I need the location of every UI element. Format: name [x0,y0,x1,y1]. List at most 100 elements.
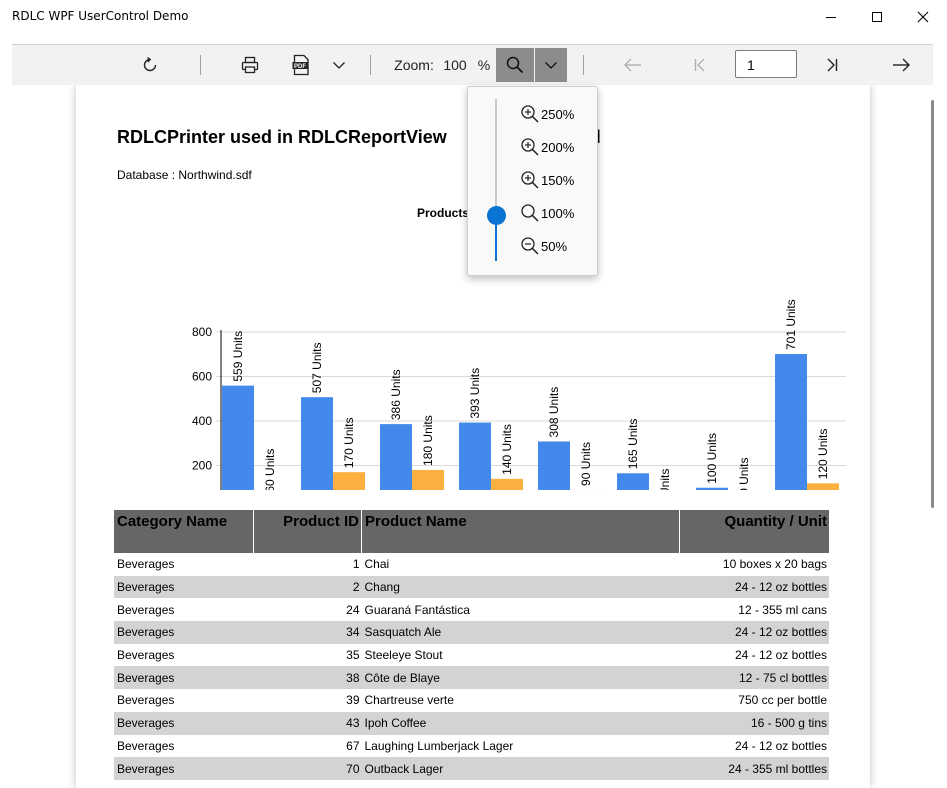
zoom-option-50[interactable]: 50% [520,234,567,258]
chevron-down-icon [545,62,557,69]
cell-category: Beverages [114,711,254,735]
zoom-in-icon [521,138,539,156]
table-row: Beverages 39 Chartreuse verte 750 cc per bo… [114,689,829,712]
magnifier-icon [521,204,539,222]
zoom-option-label: 100% [541,205,575,221]
data-label: 507 Units [310,342,324,393]
print-button[interactable] [236,45,264,85]
data-label: 308 Units [547,387,561,438]
cell-category: Beverages [117,738,175,753]
export-pdf-button[interactable]: PDF [288,45,314,85]
data-label: 393 Units [468,368,482,419]
data-label: 701 Units [784,299,798,350]
toolbar-separator [583,55,584,75]
report-subtitle: Database : Northwind.sdf [117,168,252,182]
cell-product-name: Ipoh Coffee [361,711,680,735]
table-row: Beverages 35 Steeleye Stout 24 - 12 oz bott… [114,644,829,667]
refresh-icon [143,56,157,72]
data-label: 386 Units [389,369,403,420]
cell-product-id: 24 [346,602,360,617]
bar [333,472,365,490]
bar [696,487,728,490]
cell-product-id: 35 [346,648,360,663]
magnifier-icon [506,56,524,74]
table-row: Beverages 2 Chang 24 - 12 oz bottles [114,575,829,599]
cell-category: Beverages [117,602,175,617]
zoom-option-150[interactable]: 150% [520,168,574,192]
first-page-button[interactable] [688,45,712,85]
bar [412,469,444,490]
back-button[interactable] [619,45,647,85]
last-page-button[interactable] [820,45,844,85]
column-header-product-id: Product ID [253,510,362,553]
next-page-button[interactable] [887,45,915,85]
bar [807,483,839,490]
window-title: RDLC WPF UserControl Demo [12,9,189,23]
page-number-input[interactable]: 1 [735,50,797,78]
refresh-button[interactable] [136,45,164,85]
report-toolbar: PDF Zoom: 100 % 1 [12,44,933,86]
first-page-icon [694,58,705,72]
bar [459,422,491,490]
table-row: Beverages 38 Côte de Blaye 12 - 75 cl bottl… [114,666,829,690]
zoom-dropdown-button[interactable] [535,48,567,82]
cell-quantity: 24 - 355 ml bottles [679,757,829,780]
bar [538,441,570,490]
zoom-option-label: 250% [541,106,575,122]
zoom-in-icon [521,171,539,189]
zoom-value[interactable]: 100 [440,45,470,85]
data-label: 100 Units [705,433,719,484]
data-label: 60 Units [263,449,277,490]
zoom-option-100[interactable]: 100% [520,201,574,225]
export-dropdown-button[interactable] [328,45,350,85]
close-button[interactable] [900,0,946,34]
data-label: 20 Units [737,458,751,490]
zoom-slider-thumb[interactable] [487,206,506,225]
data-label: 140 Units [500,424,514,475]
minimize-button[interactable] [808,0,854,34]
vertical-scrollbar[interactable] [931,100,934,508]
y-tick-label: 800 [192,325,212,339]
data-label: 90 Units [579,442,593,486]
zoom-option-label: 200% [541,139,575,155]
cell-product-name: Guaraná Fantástica [364,602,470,617]
column-header-category: Category Name [114,510,254,553]
table-header-row: Category Name Product ID Product Name Qu… [114,510,829,553]
svg-text:PDF: PDF [294,64,306,70]
data-label: 170 Units [342,417,356,468]
table-row: Beverages 70 Outback Lager 24 - 355 ml bott… [114,757,829,780]
zoom-option-200[interactable]: 200% [520,135,574,159]
maximize-button[interactable] [854,0,900,34]
zoom-out-icon [521,237,539,255]
title-bar: RDLC WPF UserControl Demo [0,0,947,34]
cell-category: Beverages [117,693,175,708]
cell-quantity: 12 - 355 ml cans [738,602,827,617]
zoom-option-250[interactable]: 250% [520,102,574,126]
last-page-icon [827,58,838,72]
bar [775,354,807,490]
cell-category: Beverages [114,575,254,599]
data-label: 0 Units [658,469,672,490]
zoom-popup: 250% 200% 150% 100% 50% [467,86,598,276]
table-row: Beverages 67 Laughing Lumberjack Lager 24 -… [114,735,829,758]
page-number-box[interactable]: 1 [735,49,797,79]
arrow-left-icon [624,58,641,72]
table-row: Beverages 1 Chai 10 boxes x 20 bags [114,553,829,576]
cell-quantity: 750 cc per bottle [738,693,827,708]
cell-product-id: 43 [253,711,362,735]
toolbar-separator [370,55,371,75]
column-header-product-name: Product Name [361,510,680,553]
bar [301,397,333,490]
zoom-label: Zoom: [394,57,434,73]
cell-product-name: Outback Lager [361,757,680,780]
data-label: 180 Units [421,415,435,466]
zoom-option-label: 50% [541,238,568,254]
cell-product-name: Laughing Lumberjack Lager [364,738,514,753]
zoom-option-label: 150% [541,172,575,188]
data-label: 165 Units [626,419,640,470]
table-row: Beverages 43 Ipoh Coffee 16 - 500 g tins [114,711,829,735]
table-row: Beverages 24 Guaraná Fantástica 12 - 355 ml… [114,598,829,621]
zoom-button[interactable] [496,48,534,82]
zoom-in-icon [521,105,539,123]
y-tick-label: 600 [192,370,212,384]
